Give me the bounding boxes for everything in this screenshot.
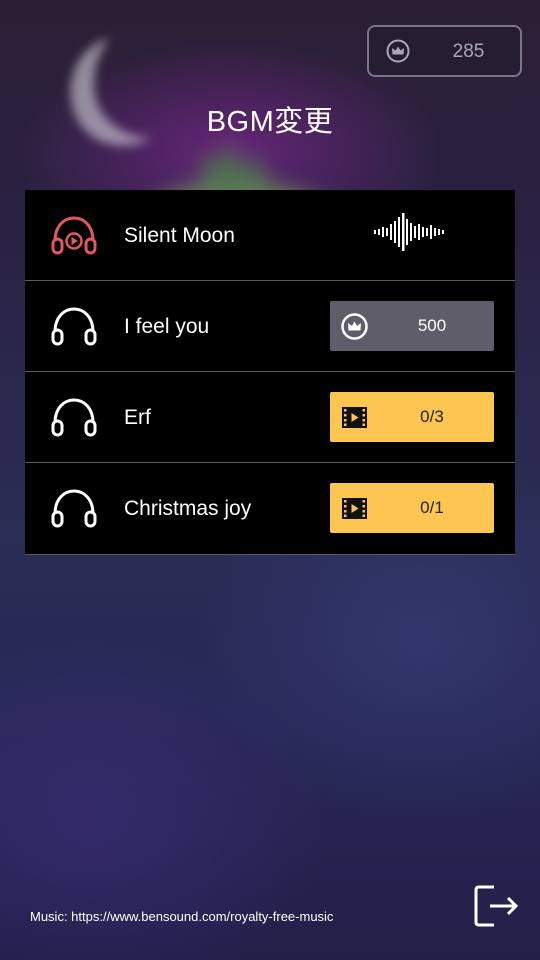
page-title: BGM変更 (206, 106, 334, 138)
bgm-change-screen: 285 BGM変更 Silent Moon I feel you 500 Erf… (0, 0, 540, 960)
unlock-with-video-button[interactable]: 0/3 (330, 392, 494, 442)
track-name: Silent Moon (124, 224, 235, 247)
coin-balance-value: 285 (452, 41, 485, 62)
film-icon (342, 498, 367, 519)
track-row-silent-moon[interactable]: Silent Moon (25, 190, 515, 281)
waveform-icon (374, 213, 444, 251)
unlock-price: 500 (417, 316, 447, 335)
track-row-i-feel-you[interactable]: I feel you 500 (25, 281, 515, 372)
unlock-with-coins-button[interactable]: 500 (330, 301, 494, 351)
exit-icon[interactable] (472, 884, 520, 928)
track-name: Christmas joy (124, 497, 252, 520)
music-credit: Music: https://www.bensound.com/royalty-… (30, 909, 334, 924)
crown-coin-icon (341, 313, 368, 340)
headphone-icon (51, 489, 97, 528)
unlock-progress: 0/3 (420, 407, 444, 426)
headphone-play-icon (51, 216, 97, 255)
unlock-with-video-button[interactable]: 0/1 (330, 483, 494, 533)
track-list: Silent Moon I feel you 500 Erf 0/3 Chris… (25, 190, 515, 555)
film-icon (342, 407, 367, 428)
track-name: Erf (124, 406, 151, 429)
track-row-erf[interactable]: Erf 0/3 (25, 372, 515, 463)
coin-balance: 285 (367, 25, 522, 77)
crown-coin-icon (386, 39, 410, 63)
headphone-icon (51, 307, 97, 346)
headphone-icon (51, 398, 97, 437)
unlock-progress: 0/1 (420, 498, 444, 517)
track-row-christmas-joy[interactable]: Christmas joy 0/1 (25, 463, 515, 555)
track-name: I feel you (124, 315, 210, 338)
